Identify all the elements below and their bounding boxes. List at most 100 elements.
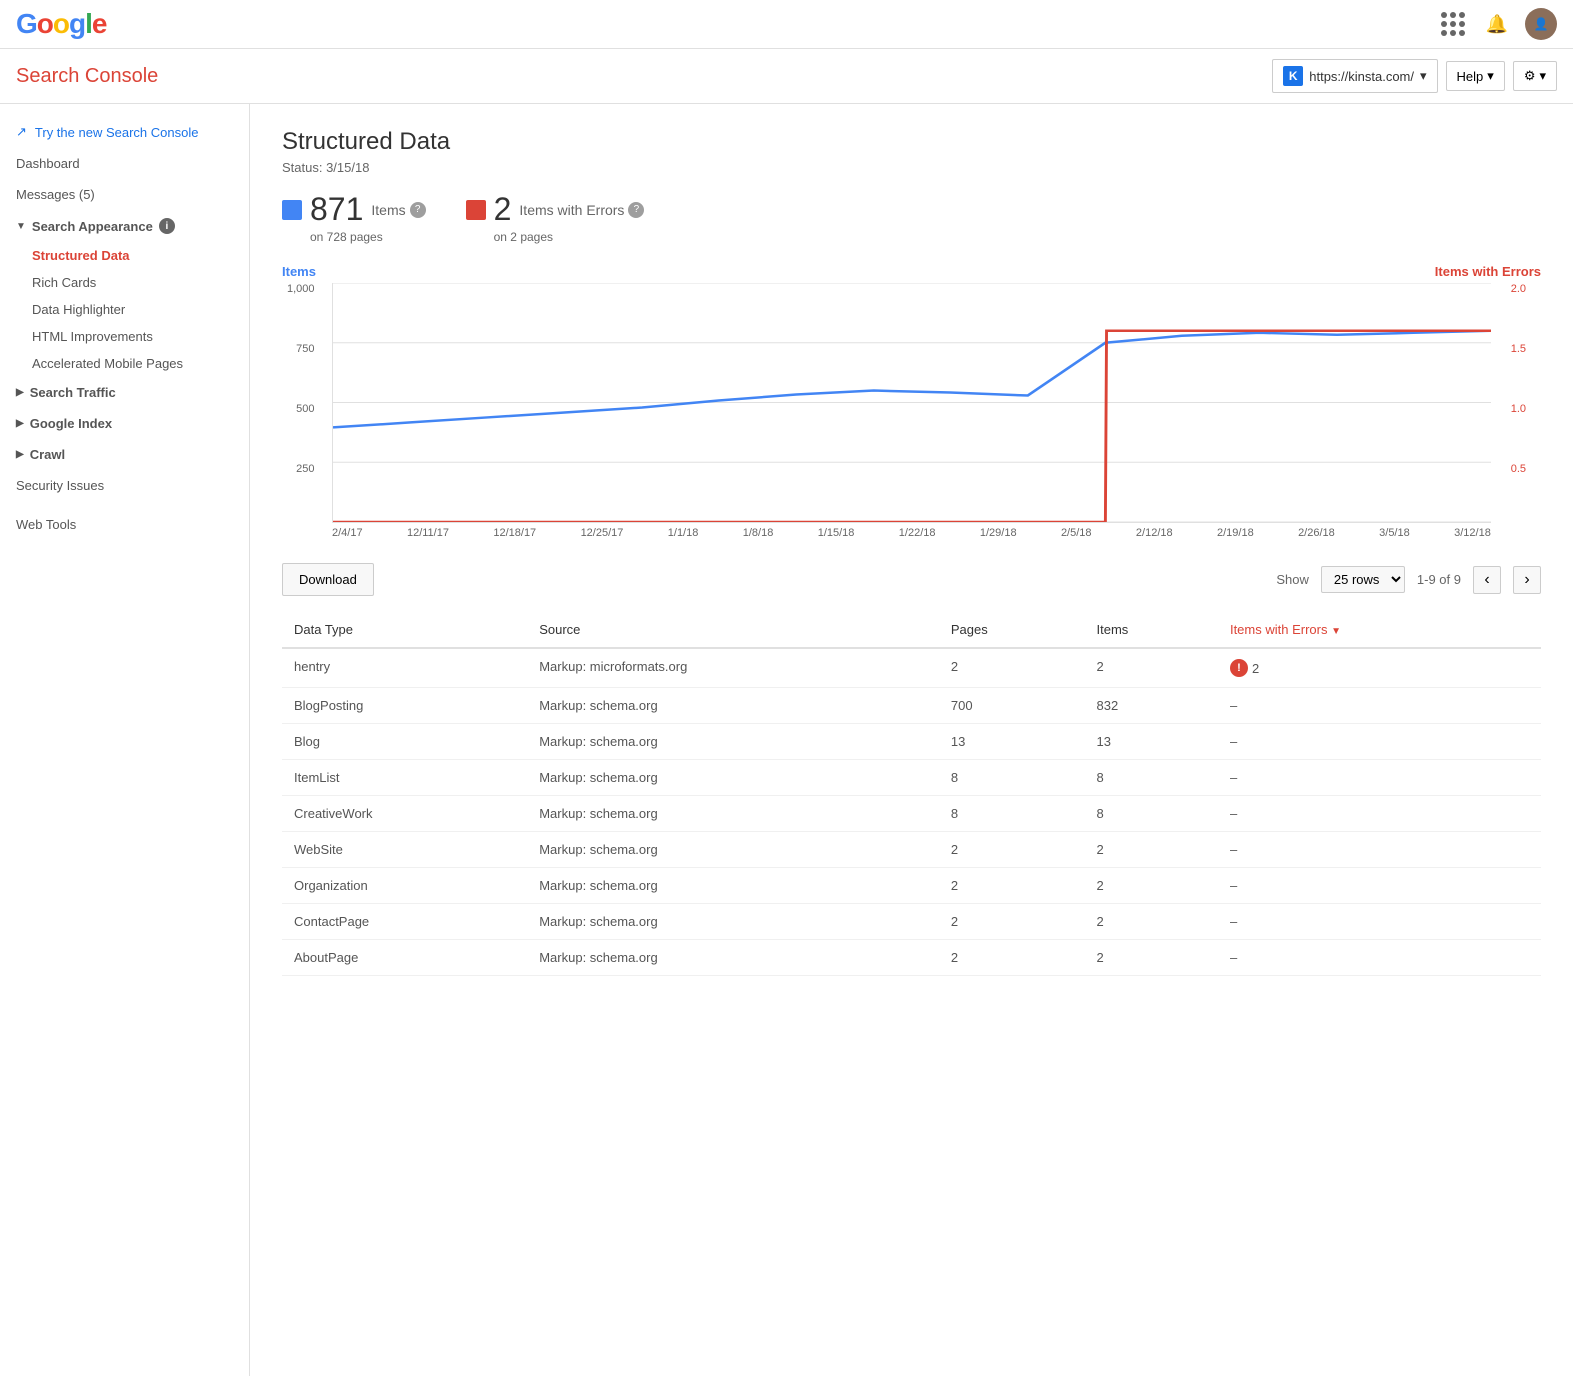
page-title: Structured Data xyxy=(282,128,1541,156)
table-row: OrganizationMarkup: schema.org22– xyxy=(282,868,1541,904)
table-row: ContactPageMarkup: schema.org22– xyxy=(282,904,1541,940)
table-row: AboutPageMarkup: schema.org22– xyxy=(282,940,1541,976)
stat-items: 871 Items ? on 728 pages xyxy=(282,191,426,244)
expand-triangle-icon-3: ▶ xyxy=(16,449,24,460)
sidebar-item-accelerated-mobile[interactable]: Accelerated Mobile Pages xyxy=(0,350,249,377)
sidebar: ↗ Try the new Search Console Dashboard M… xyxy=(0,104,250,1376)
download-button[interactable]: Download xyxy=(282,563,374,596)
chart-x-labels: 2/4/17 12/11/17 12/18/17 12/25/17 1/1/18… xyxy=(332,527,1491,539)
cell-pages: 2 xyxy=(939,868,1085,904)
cell-errors: – xyxy=(1218,760,1541,796)
sidebar-item-rich-cards[interactable]: Rich Cards xyxy=(0,269,249,296)
cell-pages: 2 xyxy=(939,832,1085,868)
top-nav-right: 🔔 👤 xyxy=(1437,8,1557,40)
cell-data-type: WebSite xyxy=(282,832,527,868)
prev-page-button[interactable]: ‹ xyxy=(1473,566,1501,594)
avatar[interactable]: 👤 xyxy=(1525,8,1557,40)
main-content: Structured Data Status: 3/15/18 871 Item… xyxy=(250,104,1573,1376)
next-page-button[interactable]: › xyxy=(1513,566,1541,594)
site-url: https://kinsta.com/ xyxy=(1309,69,1414,84)
errors-number: 2 xyxy=(494,191,512,228)
sidebar-item-security[interactable]: Security Issues xyxy=(0,470,249,501)
cell-errors: – xyxy=(1218,940,1541,976)
col-items: Items xyxy=(1084,612,1217,648)
collapse-triangle-icon: ▼ xyxy=(16,221,26,232)
cell-items: 2 xyxy=(1084,940,1217,976)
site-dropdown-icon: ▾ xyxy=(1420,68,1427,84)
sidebar-section-search-appearance[interactable]: ▼ Search Appearance i xyxy=(0,210,249,242)
sidebar-section-google-index[interactable]: ▶ Google Index xyxy=(0,408,249,439)
site-selector[interactable]: K https://kinsta.com/ ▾ xyxy=(1272,59,1437,93)
sidebar-item-messages[interactable]: Messages (5) xyxy=(0,179,249,210)
cell-data-type: ContactPage xyxy=(282,904,527,940)
cell-data-type: ItemList xyxy=(282,760,527,796)
sidebar-item-structured-data[interactable]: Structured Data xyxy=(0,242,249,269)
cell-errors: – xyxy=(1218,904,1541,940)
items-number: 871 xyxy=(310,191,363,228)
table-row: CreativeWorkMarkup: schema.org88– xyxy=(282,796,1541,832)
sidebar-section-crawl[interactable]: ▶ Crawl xyxy=(0,439,249,470)
google-logo: Google xyxy=(16,8,106,40)
errors-label: Items with Errors ? xyxy=(519,202,644,218)
settings-button[interactable]: ⚙ ▾ xyxy=(1513,61,1557,91)
cell-items: 2 xyxy=(1084,648,1217,688)
cell-items: 832 xyxy=(1084,688,1217,724)
sidebar-section-search-traffic[interactable]: ▶ Search Traffic xyxy=(0,377,249,408)
chart-svg xyxy=(333,283,1491,522)
chart-wrapper: 1,000 750 500 250 xyxy=(332,283,1491,523)
table-pagination: Show 25 rows 10 rows 50 rows 1-9 of 9 ‹ … xyxy=(1276,566,1541,594)
show-label: Show xyxy=(1276,572,1309,587)
cell-pages: 2 xyxy=(939,940,1085,976)
y-axis-left: 1,000 750 500 250 xyxy=(287,283,315,523)
settings-dropdown-icon: ▾ xyxy=(1539,68,1546,84)
table-controls: Download Show 25 rows 10 rows 50 rows 1-… xyxy=(282,563,1541,596)
cell-source: Markup: schema.org xyxy=(527,868,939,904)
stats-row: 871 Items ? on 728 pages 2 Items with Er… xyxy=(282,191,1541,244)
errors-help-icon[interactable]: ? xyxy=(628,202,644,218)
help-button[interactable]: Help ▾ xyxy=(1446,61,1505,91)
cell-items: 8 xyxy=(1084,760,1217,796)
cell-errors: – xyxy=(1218,688,1541,724)
rows-select[interactable]: 25 rows 10 rows 50 rows xyxy=(1321,566,1405,593)
sidebar-item-html-improvements[interactable]: HTML Improvements xyxy=(0,323,249,350)
table-row: BlogPostingMarkup: schema.org700832– xyxy=(282,688,1541,724)
external-link-icon: ↗ xyxy=(16,124,27,140)
sub-header: Search Console K https://kinsta.com/ ▾ H… xyxy=(0,49,1573,104)
sidebar-item-data-highlighter[interactable]: Data Highlighter xyxy=(0,296,249,323)
cell-items: 2 xyxy=(1084,868,1217,904)
cell-pages: 2 xyxy=(939,648,1085,688)
table-row: hentryMarkup: microformats.org22! 2 xyxy=(282,648,1541,688)
cell-errors: – xyxy=(1218,868,1541,904)
cell-source: Markup: schema.org xyxy=(527,832,939,868)
table-row: WebSiteMarkup: schema.org22– xyxy=(282,832,1541,868)
cell-source: Markup: schema.org xyxy=(527,688,939,724)
cell-errors: – xyxy=(1218,796,1541,832)
items-help-icon[interactable]: ? xyxy=(410,202,426,218)
bell-icon[interactable]: 🔔 xyxy=(1481,8,1513,40)
gear-icon: ⚙ xyxy=(1524,68,1536,84)
cell-data-type: AboutPage xyxy=(282,940,527,976)
cell-pages: 2 xyxy=(939,904,1085,940)
table-header: Data Type Source Pages Items Items with … xyxy=(282,612,1541,648)
sidebar-item-dashboard[interactable]: Dashboard xyxy=(0,148,249,179)
data-table: Data Type Source Pages Items Items with … xyxy=(282,612,1541,976)
cell-source: Markup: schema.org xyxy=(527,904,939,940)
sidebar-item-web-tools[interactable]: Web Tools xyxy=(0,509,249,540)
site-logo: K xyxy=(1283,66,1303,86)
cell-errors: – xyxy=(1218,832,1541,868)
expand-triangle-icon-2: ▶ xyxy=(16,418,24,429)
top-nav-left: Google xyxy=(16,8,106,40)
chart-label-items: Items xyxy=(282,264,316,279)
grid-icon[interactable] xyxy=(1437,8,1469,40)
cell-pages: 8 xyxy=(939,796,1085,832)
info-icon: i xyxy=(159,218,175,234)
col-errors[interactable]: Items with Errors ▼ xyxy=(1218,612,1541,648)
page-status: Status: 3/15/18 xyxy=(282,160,1541,175)
error-icon: ! xyxy=(1230,659,1248,677)
sidebar-try-new[interactable]: ↗ Try the new Search Console xyxy=(0,116,249,148)
cell-data-type: BlogPosting xyxy=(282,688,527,724)
items-label: Items ? xyxy=(371,202,425,218)
table-body: hentryMarkup: microformats.org22! 2BlogP… xyxy=(282,648,1541,976)
cell-source: Markup: microformats.org xyxy=(527,648,939,688)
cell-pages: 700 xyxy=(939,688,1085,724)
